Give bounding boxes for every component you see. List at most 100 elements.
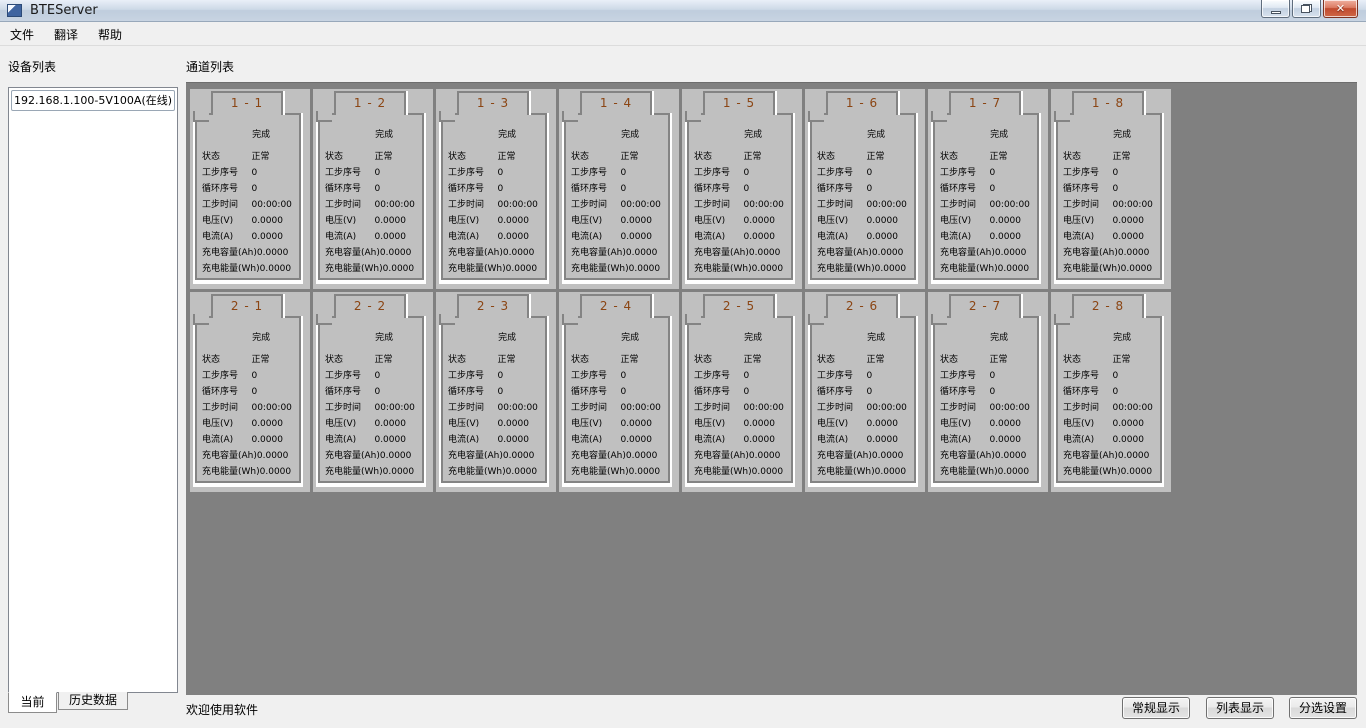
field-value: 0.0000 (506, 261, 545, 277)
channel-field-row: 电压(V)0.0000 (320, 213, 422, 229)
field-label: 充电能量(Wh) (325, 464, 383, 480)
field-value: 0.0000 (989, 432, 1037, 448)
field-label: 状态 (571, 352, 620, 368)
channel-card-tab: 2 - 5 (703, 294, 775, 318)
channel-field-row: 充电容量(Ah)0.0000 (566, 245, 668, 261)
field-value: 0.0000 (251, 432, 299, 448)
channel-field-row: 充电能量(Wh)0.0000 (320, 464, 422, 480)
field-value: 0.0000 (743, 432, 791, 448)
menu-help[interactable]: 帮助 (88, 23, 132, 46)
channel-field-row: 工步时间00:00:00 (197, 197, 299, 213)
channel-field-row: 电流(A)0.0000 (443, 229, 545, 245)
channel-field-rows: 状态正常工步序号0循环序号0工步时间00:00:00电压(V)0.0000电流(… (1058, 352, 1160, 480)
field-value: 0.0000 (1112, 213, 1160, 229)
field-label: 电流(A) (940, 432, 989, 448)
field-label: 充电容量(Ah) (817, 245, 872, 261)
field-value: 00:00:00 (497, 400, 545, 416)
channel-field-row: 状态正常 (566, 149, 668, 165)
field-label: 充电能量(Wh) (448, 261, 506, 277)
field-value: 0.0000 (251, 416, 299, 432)
field-label: 循环序号 (1063, 181, 1112, 197)
channel-field-row: 工步序号0 (320, 368, 422, 384)
device-list-item[interactable]: 192.168.1.100-5V100A(在线) (11, 90, 175, 111)
channel-field-row: 工步时间00:00:00 (935, 400, 1037, 416)
field-label: 充电容量(Ah) (202, 448, 257, 464)
field-value: 0.0000 (743, 416, 791, 432)
field-label: 充电容量(Ah) (694, 448, 749, 464)
channel-card[interactable]: 完成状态正常工步序号0循环序号0工步时间00:00:00电压(V)0.0000电… (190, 292, 310, 492)
field-value: 正常 (374, 352, 422, 368)
field-value: 正常 (743, 149, 791, 165)
channel-field-row: 状态正常 (812, 352, 914, 368)
field-label: 充电能量(Wh) (448, 464, 506, 480)
channel-card[interactable]: 完成状态正常工步序号0循环序号0工步时间00:00:00电压(V)0.0000电… (559, 292, 679, 492)
channel-card[interactable]: 完成状态正常工步序号0循环序号0工步时间00:00:00电压(V)0.0000电… (928, 292, 1048, 492)
close-button[interactable]: ✕ (1323, 0, 1358, 18)
tab-current[interactable]: 当前 (8, 692, 57, 713)
channel-field-row: 充电容量(Ah)0.0000 (443, 448, 545, 464)
field-value: 00:00:00 (620, 400, 668, 416)
channel-field-rows: 状态正常工步序号0循环序号0工步时间00:00:00电压(V)0.0000电流(… (566, 352, 668, 480)
field-value: 00:00:00 (866, 197, 914, 213)
channel-card[interactable]: 完成状态正常工步序号0循环序号0工步时间00:00:00电压(V)0.0000电… (559, 89, 679, 289)
field-value: 正常 (620, 149, 668, 165)
field-label: 电压(V) (448, 416, 497, 432)
channel-card[interactable]: 完成状态正常工步序号0循环序号0工步时间00:00:00电压(V)0.0000电… (1051, 89, 1171, 289)
channel-field-row: 充电能量(Wh)0.0000 (443, 464, 545, 480)
field-label: 电流(A) (1063, 432, 1112, 448)
field-value: 0.0000 (497, 213, 545, 229)
device-list-label: 设备列表 (8, 58, 56, 75)
field-label: 工步时间 (1063, 197, 1112, 213)
field-label: 电流(A) (817, 229, 866, 245)
app-window-icon (7, 4, 22, 17)
channel-card[interactable]: 完成状态正常工步序号0循环序号0工步时间00:00:00电压(V)0.0000电… (928, 89, 1048, 289)
channel-field-row: 工步时间00:00:00 (566, 197, 668, 213)
restore-button[interactable] (1292, 0, 1321, 18)
field-value: 0.0000 (995, 245, 1037, 261)
channel-field-row: 充电容量(Ah)0.0000 (812, 245, 914, 261)
channel-field-row: 状态正常 (320, 149, 422, 165)
sorting-settings-button[interactable]: 分选设置 (1289, 697, 1357, 719)
channel-card[interactable]: 完成状态正常工步序号0循环序号0工步时间00:00:00电压(V)0.0000电… (682, 292, 802, 492)
field-label: 工步序号 (448, 368, 497, 384)
channel-field-row: 工步时间00:00:00 (320, 400, 422, 416)
channel-card[interactable]: 完成状态正常工步序号0循环序号0工步时间00:00:00电压(V)0.0000电… (805, 292, 925, 492)
channel-field-row: 状态正常 (935, 149, 1037, 165)
channel-card[interactable]: 完成状态正常工步序号0循环序号0工步时间00:00:00电压(V)0.0000电… (682, 89, 802, 289)
field-value: 正常 (866, 352, 914, 368)
menu-translate[interactable]: 翻译 (44, 23, 88, 46)
device-listbox[interactable]: 192.168.1.100-5V100A(在线) (8, 87, 178, 693)
card-notch (931, 111, 947, 122)
field-label: 充电容量(Ah) (325, 448, 380, 464)
field-label: 状态 (1063, 352, 1112, 368)
channel-card[interactable]: 完成状态正常工步序号0循环序号0工步时间00:00:00电压(V)0.0000电… (805, 89, 925, 289)
channel-card[interactable]: 完成状态正常工步序号0循环序号0工步时间00:00:00电压(V)0.0000电… (1051, 292, 1171, 492)
normal-display-button[interactable]: 常规显示 (1122, 697, 1190, 719)
field-value: 0.0000 (626, 245, 668, 261)
field-label: 电压(V) (694, 213, 743, 229)
field-label: 循环序号 (448, 181, 497, 197)
channel-card[interactable]: 完成状态正常工步序号0循环序号0工步时间00:00:00电压(V)0.0000电… (436, 89, 556, 289)
channel-card[interactable]: 完成状态正常工步序号0循环序号0工步时间00:00:00电压(V)0.0000电… (190, 89, 310, 289)
field-label: 循环序号 (202, 384, 251, 400)
tab-history-data[interactable]: 历史数据 (58, 692, 128, 710)
field-label: 充电能量(Wh) (571, 464, 629, 480)
field-label: 工步序号 (1063, 368, 1112, 384)
card-notch (685, 111, 701, 122)
channel-card[interactable]: 完成状态正常工步序号0循环序号0工步时间00:00:00电压(V)0.0000电… (313, 89, 433, 289)
channel-card[interactable]: 完成状态正常工步序号0循环序号0工步时间00:00:00电压(V)0.0000电… (436, 292, 556, 492)
field-value: 0.0000 (866, 213, 914, 229)
field-value: 0.0000 (743, 229, 791, 245)
list-display-button[interactable]: 列表显示 (1206, 697, 1274, 719)
menu-file[interactable]: 文件 (0, 23, 44, 46)
field-label: 工步序号 (448, 165, 497, 181)
channel-card[interactable]: 完成状态正常工步序号0循环序号0工步时间00:00:00电压(V)0.0000电… (313, 292, 433, 492)
channel-field-row: 工步序号0 (689, 368, 791, 384)
field-value: 0.0000 (626, 448, 668, 464)
field-value: 0.0000 (506, 464, 545, 480)
field-label: 状态 (202, 149, 251, 165)
channel-field-rows: 状态正常工步序号0循环序号0工步时间00:00:00电压(V)0.0000电流(… (197, 352, 299, 480)
field-label: 循环序号 (940, 181, 989, 197)
channel-field-row: 工步序号0 (443, 165, 545, 181)
minimize-button[interactable] (1261, 0, 1290, 18)
